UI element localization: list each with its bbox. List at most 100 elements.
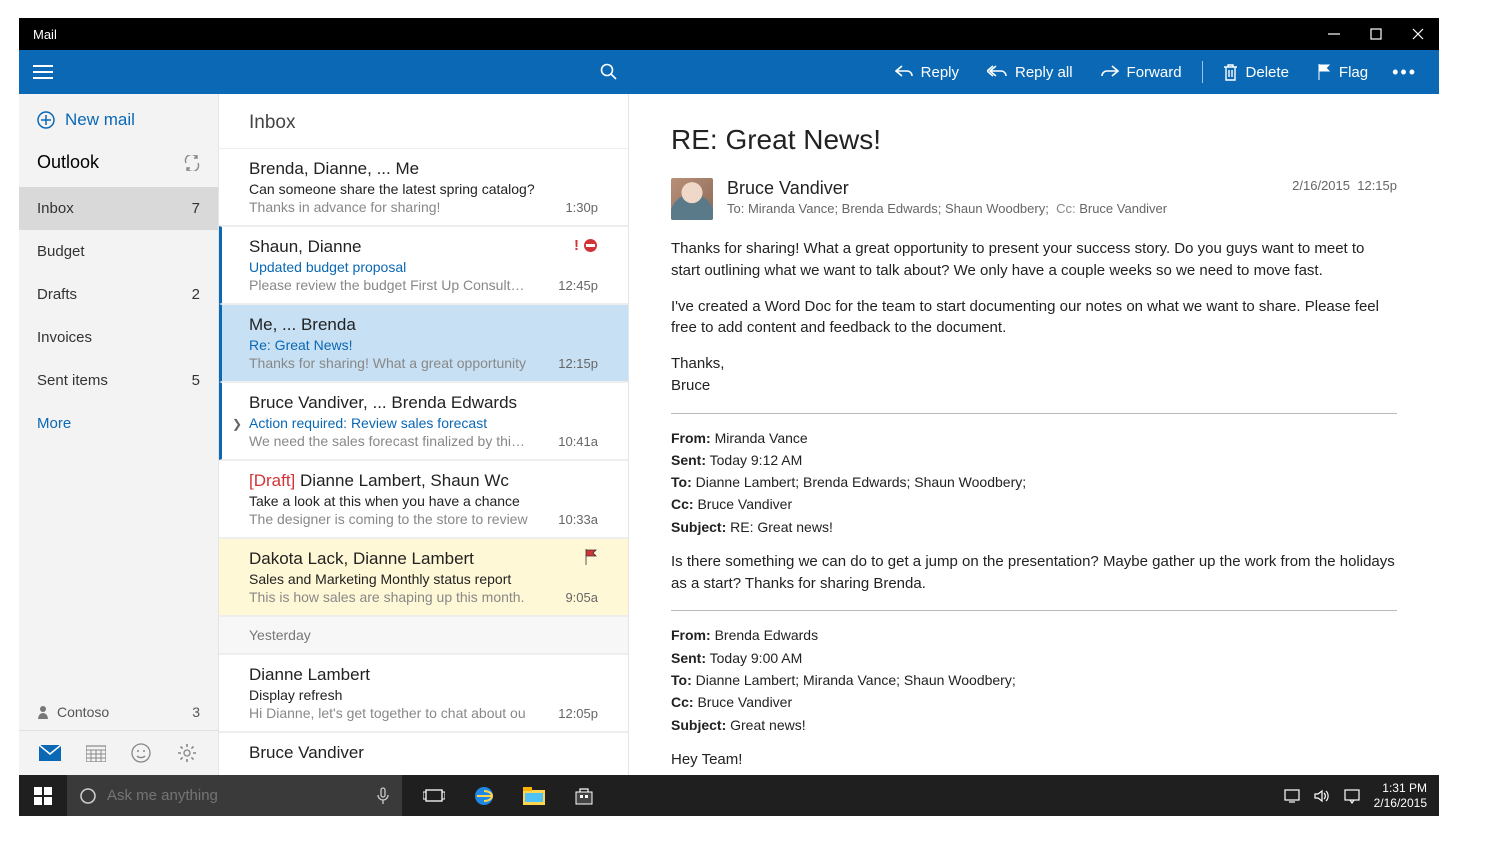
tray-network-icon[interactable] — [1284, 789, 1300, 803]
message-preview: Please review the budget First Up Consul… — [249, 277, 529, 293]
blocked-icon — [583, 238, 598, 253]
folder-inbox[interactable]: Inbox 7 — [19, 187, 218, 230]
message-time: 10:33a — [558, 512, 598, 527]
reply-label: Reply — [921, 64, 959, 81]
folder-more[interactable]: More — [19, 402, 218, 445]
message-list-title: Inbox — [219, 94, 628, 148]
message-preview: Hi Dianne, let's get together to chat ab… — [249, 705, 529, 721]
message-from: Shaun, Dianne — [249, 237, 610, 257]
message-item[interactable]: Dakota Lack, Dianne Lambert Sales and Ma… — [219, 538, 628, 616]
new-mail-label: New mail — [65, 110, 135, 130]
tray-volume-icon[interactable] — [1314, 789, 1330, 803]
start-button[interactable] — [19, 775, 67, 816]
message-item[interactable]: Me, ... Brenda Re: Great News! Thanks fo… — [219, 304, 628, 382]
taskbar-ie-icon[interactable] — [462, 775, 506, 816]
account-header[interactable]: Outlook — [19, 144, 218, 187]
account-footer[interactable]: Contoso 3 — [19, 694, 218, 730]
folder-sent-items[interactable]: Sent items 5 — [19, 359, 218, 402]
close-button[interactable] — [1411, 27, 1425, 41]
minimize-button[interactable] — [1327, 27, 1341, 41]
delete-label: Delete — [1246, 64, 1289, 81]
ribbon-bar: Reply Reply all Forward Delete Flag ••• — [19, 50, 1439, 94]
cortana-search-input[interactable] — [107, 787, 366, 804]
recipients-line: To: Miranda Vance; Brenda Edwards; Shaun… — [727, 201, 1278, 216]
message-time: 9:05a — [565, 590, 598, 605]
sender-avatar — [671, 178, 713, 220]
message-item[interactable]: [Draft] Dianne Lambert, Shaun Wc Take a … — [219, 460, 628, 538]
sidebar-bottom-bar — [19, 730, 218, 775]
forward-button[interactable]: Forward — [1087, 50, 1196, 94]
folder-list: Inbox 7 Budget Drafts 2 Invoices Sent it… — [19, 187, 218, 694]
folder-invoices[interactable]: Invoices — [19, 316, 218, 359]
more-actions-button[interactable]: ••• — [1382, 50, 1427, 94]
app-title: Mail — [33, 27, 57, 42]
sender-name: Bruce Vandiver — [727, 178, 1278, 199]
message-from: Dianne Lambert — [249, 665, 610, 685]
calendar-app-icon[interactable] — [84, 741, 108, 765]
tray-notifications-icon[interactable] — [1344, 788, 1360, 804]
sync-icon[interactable] — [184, 155, 200, 171]
folder-label: Sent items — [37, 372, 108, 389]
account-name: Outlook — [37, 152, 99, 173]
flag-button[interactable]: Flag — [1303, 50, 1382, 94]
folder-count: 5 — [192, 372, 200, 389]
message-subject: Take a look at this when you have a chan… — [249, 493, 610, 509]
message-from: Brenda, Dianne, ... Me — [249, 159, 610, 179]
microphone-icon[interactable] — [376, 787, 390, 805]
windows-taskbar: 1:31 PM 2/16/2015 — [19, 775, 1439, 816]
importance-icon: ! — [574, 237, 579, 254]
message-from: Me, ... Brenda — [249, 315, 610, 335]
message-item[interactable]: Bruce Vandiver — [219, 732, 628, 773]
message-item[interactable]: ❯ Bruce Vandiver, ... Brenda Edwards Act… — [219, 382, 628, 460]
tray-clock[interactable]: 1:31 PM 2/16/2015 — [1374, 781, 1427, 810]
tray-time-label: 1:31 PM — [1374, 781, 1427, 795]
date-section-header: Yesterday — [219, 616, 628, 654]
folder-label: Invoices — [37, 329, 92, 346]
message-item[interactable]: Shaun, Dianne Updated budget proposal Pl… — [219, 226, 628, 304]
email-subject: RE: Great News! — [671, 124, 1397, 156]
taskbar-store-icon[interactable] — [562, 775, 606, 816]
new-mail-button[interactable]: New mail — [19, 94, 218, 144]
message-subject: Sales and Marketing Monthly status repor… — [249, 571, 610, 587]
settings-icon[interactable] — [175, 741, 199, 765]
flag-icon — [584, 549, 598, 565]
reply-all-icon — [987, 65, 1007, 79]
hamburger-menu-button[interactable] — [19, 50, 67, 94]
expand-thread-icon[interactable]: ❯ — [232, 417, 242, 431]
delete-button[interactable]: Delete — [1209, 50, 1303, 94]
person-icon — [37, 705, 49, 719]
message-preview: Thanks for sharing! What a great opportu… — [249, 355, 529, 371]
sidebar: New mail Outlook Inbox 7 Budget Drafts 2… — [19, 94, 219, 775]
search-button[interactable] — [587, 50, 631, 94]
message-time: 1:30p — [565, 200, 598, 215]
message-subject: Display refresh — [249, 687, 610, 703]
forward-label: Forward — [1127, 64, 1182, 81]
message-subject: Re: Great News! — [249, 337, 610, 353]
footer-account-count: 3 — [192, 704, 200, 720]
message-preview: This is how sales are shaping up this mo… — [249, 589, 529, 605]
message-list: Inbox Brenda, Dianne, ... Me Can someone… — [219, 94, 629, 775]
message-item[interactable]: Dianne Lambert Display refresh Hi Dianne… — [219, 654, 628, 732]
mail-app-icon[interactable] — [38, 741, 62, 765]
cortana-search[interactable] — [67, 775, 402, 816]
window-titlebar: Mail — [19, 18, 1439, 50]
tray-date-label: 2/16/2015 — [1374, 796, 1427, 810]
feedback-icon[interactable] — [129, 741, 153, 765]
message-from: Bruce Vandiver, ... Brenda Edwards — [249, 393, 610, 413]
message-from: Bruce Vandiver — [249, 743, 610, 763]
quoted-message: From: Miranda Vance Sent: Today 9:12 AM … — [671, 413, 1397, 595]
message-subject: Can someone share the latest spring cata… — [249, 181, 610, 197]
message-preview: We need the sales forecast finalized by … — [249, 433, 529, 449]
taskbar-explorer-icon[interactable] — [512, 775, 556, 816]
email-datetime: 2/16/2015 12:15p — [1292, 178, 1397, 193]
message-item[interactable]: Brenda, Dianne, ... Me Can someone share… — [219, 148, 628, 226]
task-view-button[interactable] — [412, 775, 456, 816]
maximize-button[interactable] — [1369, 27, 1383, 41]
flag-label: Flag — [1339, 64, 1368, 81]
reply-all-button[interactable]: Reply all — [973, 50, 1087, 94]
footer-account-label: Contoso — [57, 704, 109, 720]
reply-button[interactable]: Reply — [881, 50, 973, 94]
folder-drafts[interactable]: Drafts 2 — [19, 273, 218, 316]
folder-budget[interactable]: Budget — [19, 230, 218, 273]
message-preview: Thanks in advance for sharing! — [249, 199, 529, 215]
